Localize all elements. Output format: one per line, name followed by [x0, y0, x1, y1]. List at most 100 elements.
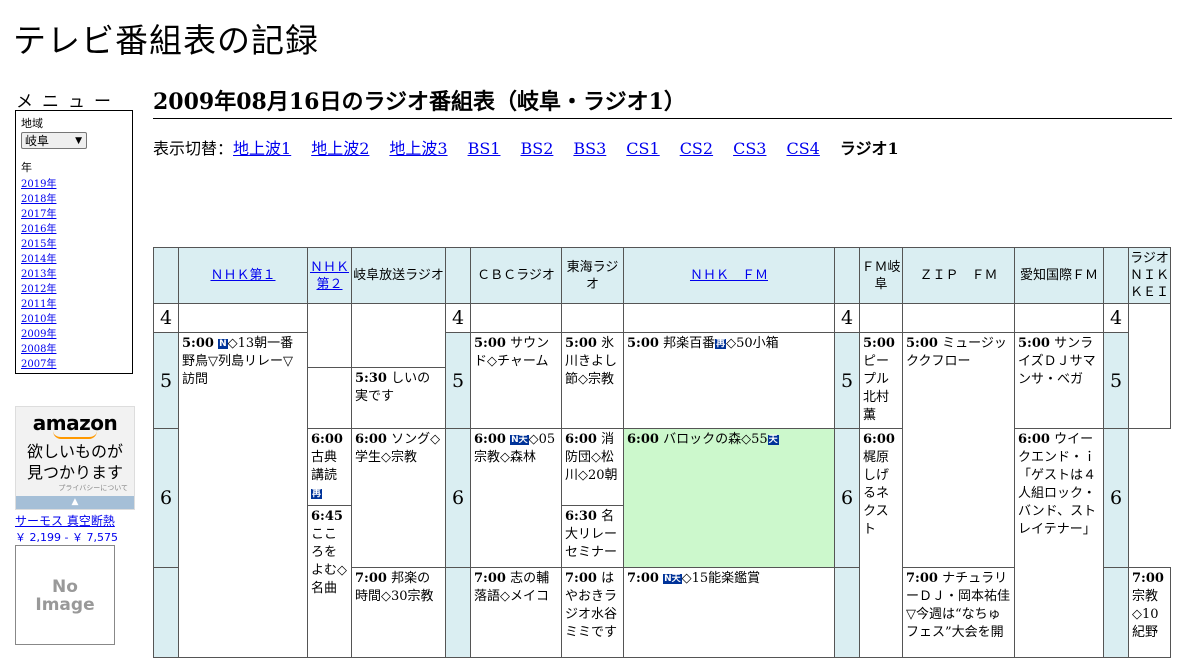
ad-privacy-link[interactable]: プライバシーについて — [16, 483, 134, 493]
program-time: 5:00 — [863, 336, 895, 351]
program-cell[interactable] — [307, 367, 352, 429]
hour-cell: 6 — [1103, 428, 1129, 568]
program-cell-empty — [351, 303, 446, 368]
year-link[interactable]: 2018年 — [21, 194, 56, 205]
switch-link-cs1[interactable]: CS1 — [626, 139, 659, 158]
program-cell[interactable]: 7:00 N天◇15能楽鑑賞 — [623, 567, 835, 658]
program-cell-empty — [561, 303, 624, 333]
region-select[interactable]: 岐阜 ▼ — [21, 132, 87, 149]
station-link-nhk1[interactable]: ＮＨＫ第１ — [210, 268, 275, 283]
switch-link-bs3[interactable]: BS3 — [573, 139, 606, 158]
program-cell[interactable]: 6:30 名大リレーセミナー — [561, 505, 624, 568]
year-link[interactable]: 2016年 — [21, 224, 56, 235]
program-time: 5:00 — [906, 336, 938, 351]
hour-cell — [445, 567, 471, 658]
view-switcher: 表示切替：地上波1 地上波2 地上波3 BS1 BS2 BS3 CS1 CS2 CS3 CS4 ラジ… — [153, 135, 899, 159]
hour-cell: 6 — [153, 428, 179, 568]
year-link[interactable]: 2012年 — [21, 284, 56, 295]
year-link[interactable]: 2009年 — [21, 329, 56, 340]
program-title: こころをよむ◇名曲 — [311, 527, 347, 596]
program-cell[interactable]: 7:00 ナチュラリーＤＪ・岡本祐佳▽今週は“なちゅフェス”大会を開 — [902, 567, 1015, 658]
program-title: ピープル北村薫 — [863, 354, 890, 423]
program-cell[interactable]: 7:00 宗教◇10紀野 — [1128, 567, 1171, 658]
year-link[interactable]: 2013年 — [21, 269, 56, 280]
hour-row-4: 4 4 4 4 — [153, 303, 1171, 429]
program-cell[interactable]: 6:00 ソング◇学生◇宗教 — [351, 428, 446, 568]
hour-cell: 4 — [834, 303, 860, 333]
program-cell-empty — [1128, 303, 1171, 429]
program-time: 5:00 — [627, 336, 659, 351]
station-header-row: ＮＨＫ第１ ＮＨＫ第２ 岐阜放送ラジオ ＣＢＣラジオ 東海ラジオ ＮＨＫ ＦＭ … — [153, 247, 1171, 304]
program-cell[interactable]: 6:00 梶原しげるネクスト — [859, 428, 903, 658]
program-cell-empty — [178, 303, 308, 333]
program-time: 5:00 — [1018, 336, 1050, 351]
program-time: 6:45 — [311, 509, 343, 524]
switch-link-bs1[interactable]: BS1 — [468, 139, 501, 158]
program-cell[interactable]: 5:30 しいの実です — [351, 367, 446, 429]
program-time: 6:30 — [565, 509, 597, 524]
switch-link-terrestrial-2[interactable]: 地上波2 — [311, 139, 369, 158]
year-list: 2019年 2018年 2017年 2016年 2015年 2014年 2013… — [21, 177, 127, 372]
menu-box: 地域 岐阜 ▼ 年 2019年 2018年 2017年 2016年 2015年 … — [15, 110, 133, 374]
program-cell[interactable]: 5:00 N◇13朝一番野鳥▽列島リレー▽訪問 — [178, 332, 308, 658]
switch-link-cs3[interactable]: CS3 — [733, 139, 766, 158]
program-title: 邦楽百番 — [663, 336, 716, 351]
program-time: 7:00 — [1132, 571, 1164, 586]
year-link[interactable]: 2010年 — [21, 314, 56, 325]
program-cell[interactable]: 5:00 ピープル北村薫 — [859, 332, 903, 429]
station-link-nhkfm[interactable]: ＮＨＫ ＦＭ — [690, 268, 768, 283]
program-cell-empty — [470, 303, 562, 333]
switch-link-terrestrial-3[interactable]: 地上波3 — [389, 139, 447, 158]
ad-product-link[interactable]: サーモス 真空断熱 — [15, 512, 115, 529]
program-title: 宗教◇10紀野 — [1132, 589, 1159, 640]
program-time: 6:00 — [474, 432, 506, 447]
year-link[interactable]: 2007年 — [21, 359, 56, 370]
program-cell[interactable]: 5:00 サンライズＤＪサマンサ・ベガ — [1014, 332, 1104, 429]
program-title: ウイークエンド・ｉ「ゲストは４人組ロック・バンド、ストレイテナー」 — [1018, 432, 1097, 537]
program-cell[interactable]: 6:00 古典講読再 — [307, 428, 352, 506]
station-header-nikkei: ラジオＮＩＫＫＥＩ — [1128, 247, 1171, 304]
year-link[interactable]: 2014年 — [21, 254, 56, 265]
program-time: 6:00 — [565, 432, 597, 447]
hour-cell: 6 — [834, 428, 860, 568]
program-cell-highlighted[interactable]: 6:00 バロックの森◇55天 — [623, 428, 835, 568]
year-link[interactable]: 2017年 — [21, 209, 56, 220]
page-heading: 2009年08月16日のラジオ番組表（岐阜・ラジオ1） — [153, 84, 1172, 119]
program-cell[interactable]: 6:00 ウイークエンド・ｉ「ゲストは４人組ロック・バンド、ストレイテナー」 — [1014, 428, 1104, 658]
station-link-nhk2[interactable]: ＮＨＫ第２ — [310, 260, 349, 292]
rerun-badge-icon: 再 — [311, 489, 323, 499]
program-cell[interactable]: 5:00 邦楽百番再◇50小箱 — [623, 332, 835, 429]
program-cell[interactable]: 5:00 氷川きよし節◇宗教 — [561, 332, 624, 429]
program-cell[interactable]: 5:00 ミュージッククフロー — [902, 332, 1015, 568]
program-cell[interactable]: 7:00 志の輔落語◇メイコ — [470, 567, 562, 658]
year-link[interactable]: 2019年 — [21, 179, 56, 190]
switch-link-cs4[interactable]: CS4 — [786, 139, 819, 158]
program-cell-empty — [623, 303, 835, 333]
program-title: 梶原しげるネクスト — [863, 450, 890, 537]
switch-link-bs2[interactable]: BS2 — [520, 139, 553, 158]
program-time: 7:00 — [565, 571, 597, 586]
station-header-nhk1: ＮＨＫ第１ — [178, 247, 308, 304]
program-cell[interactable]: 7:00 はやおきラジオ水谷ミミです — [561, 567, 624, 658]
program-cell[interactable]: 5:00 サウンド◇チャーム — [470, 332, 562, 429]
no-image-text: No — [52, 577, 78, 597]
hour-header-cell — [153, 247, 179, 304]
program-cell[interactable]: 6:00 消防団◇松川◇20朝 — [561, 428, 624, 506]
weather-badge-icon: 天 — [767, 435, 779, 445]
program-cell-empty — [1014, 303, 1104, 333]
program-time: 6:00 — [1018, 432, 1050, 447]
switch-link-terrestrial-1[interactable]: 地上波1 — [233, 139, 291, 158]
program-cell[interactable]: 6:45 こころをよむ◇名曲 — [307, 505, 352, 658]
year-link[interactable]: 2008年 — [21, 344, 56, 355]
program-cell[interactable]: 6:00 N天◇05宗教◇森林 — [470, 428, 562, 568]
year-link[interactable]: 2011年 — [21, 299, 56, 310]
switch-link-cs2[interactable]: CS2 — [680, 139, 713, 158]
amazon-ad-banner[interactable]: amazon 欲しいものが 見つかります プライバシーについて ▲ — [15, 406, 135, 510]
region-label: 地域 — [21, 117, 43, 130]
news-weather-badge-icon: N天 — [510, 435, 529, 445]
hour-cell: 4 — [445, 303, 471, 333]
station-header-tokai: 東海ラジオ — [561, 247, 624, 304]
ad-expand-bar[interactable]: ▲ — [16, 496, 134, 509]
year-link[interactable]: 2015年 — [21, 239, 56, 250]
program-cell[interactable]: 7:00 邦楽の時間◇30宗教 — [351, 567, 446, 658]
